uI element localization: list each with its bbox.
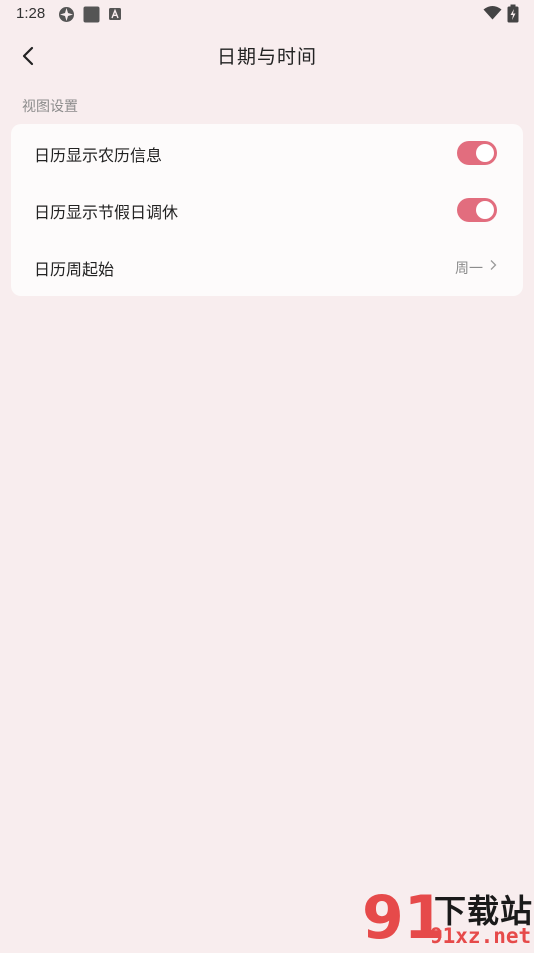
status-time: 1:28 [16,5,46,22]
holiday-toggle[interactable] [457,198,497,222]
setting-label-lunar: 日历显示农历信息 [34,146,163,165]
watermark-url: 91xz.net [430,924,532,948]
toggle-knob [476,144,494,162]
status-bar: 1:28 [0,0,534,28]
wifi-icon [483,6,502,20]
section-title: 视图设置 [22,99,78,115]
battery-charging-icon [507,4,519,23]
square-app-icon [83,6,100,23]
week-start-value: 周一 [455,261,483,277]
setting-label-holiday: 日历显示节假日调休 [34,203,179,222]
font-app-icon [109,8,121,20]
setting-row-holiday[interactable]: 日历显示节假日调休 [11,181,523,238]
page-title: 日期与时间 [216,46,317,68]
vpn-icon [59,7,74,22]
chevron-right-icon [490,260,497,270]
app-header: 日期与时间 [0,28,534,84]
toggle-knob [476,201,494,219]
lunar-toggle[interactable] [457,141,497,165]
setting-row-week-start[interactable]: 日历周起始 周一 [11,238,523,295]
setting-row-lunar[interactable]: 日历显示农历信息 [11,124,523,181]
setting-label-week-start: 日历周起始 [34,260,115,279]
watermark-logo: 91 下载站 91xz.net [362,882,534,950]
settings-card: 日历显示农历信息 日历显示节假日调休 日历周起始 周一 [11,124,523,296]
